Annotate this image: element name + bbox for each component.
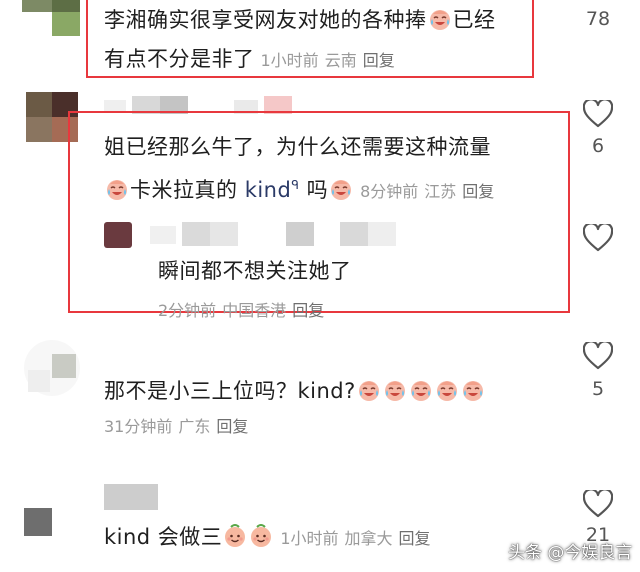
smiling-emoji-icon xyxy=(249,524,273,548)
watermark: 头条 @今娱良言 xyxy=(508,543,633,563)
reply-button[interactable]: 回复 xyxy=(292,301,324,320)
comment-location: 广东 xyxy=(178,417,211,436)
crying-laughing-emoji-icon xyxy=(409,378,433,402)
comment-time: 31分钟前 xyxy=(104,417,173,436)
heart-outline-icon[interactable] xyxy=(583,490,613,518)
crying-laughing-emoji-icon xyxy=(329,177,353,201)
avatar[interactable] xyxy=(104,222,132,248)
comment-time: 8分钟前 xyxy=(360,182,419,201)
comment-time: 1小时前 xyxy=(260,51,319,70)
comment-time: 1小时前 xyxy=(280,529,339,548)
smiling-emoji-icon xyxy=(223,524,247,548)
comment-location: 加拿大 xyxy=(344,529,393,548)
crying-laughing-emoji-icon xyxy=(383,378,407,402)
avatar[interactable] xyxy=(24,340,80,396)
heart-outline-icon[interactable] xyxy=(583,224,613,252)
comment-time: 2分钟前 xyxy=(158,301,217,320)
comment-location: 江苏 xyxy=(424,182,457,201)
search-icon: ᑫ xyxy=(291,178,300,192)
comment-text: kind 会做三 1小时前 加拿大 回复 xyxy=(104,524,431,549)
reply-text: 瞬间都不想关注她了 xyxy=(158,259,352,283)
comment-location: 中国香港 xyxy=(222,301,287,320)
reply-meta: 2分钟前 中国香港 回复 xyxy=(158,300,324,322)
avatar[interactable] xyxy=(24,508,54,538)
like-count: 5 xyxy=(591,378,605,400)
comment-text-line2: 卡米拉真的 kindᑫ 吗 8分钟前 江苏 回复 xyxy=(104,170,494,207)
reply-button[interactable]: 回复 xyxy=(363,51,395,70)
comment-location: 云南 xyxy=(324,51,357,70)
comment-text: 李湘确实很享受网友对她的各种捧 已经 xyxy=(104,7,496,32)
comment-text: 姐已经那么牛了，为什么还需要这种流量 xyxy=(104,135,491,159)
avatar[interactable] xyxy=(22,0,80,36)
heart-outline-icon[interactable] xyxy=(583,342,613,370)
reply-button[interactable]: 回复 xyxy=(462,182,494,201)
comment-meta: 31分钟前 广东 回复 xyxy=(104,416,248,438)
crying-laughing-emoji-icon xyxy=(105,177,129,201)
crying-laughing-emoji-icon xyxy=(428,7,452,31)
username[interactable] xyxy=(150,222,400,246)
comment-text: 那不是小三上位吗？kind? xyxy=(104,376,486,406)
comment-text-line2: 有点不分是非了 1小时前 云南 回复 xyxy=(104,47,395,71)
like-count: 78 xyxy=(585,8,611,30)
crying-laughing-emoji-icon xyxy=(461,378,485,402)
crying-laughing-emoji-icon xyxy=(435,378,459,402)
username[interactable] xyxy=(104,484,158,510)
crying-laughing-emoji-icon xyxy=(357,378,381,402)
reply-button[interactable]: 回复 xyxy=(399,529,431,548)
like-count: 6 xyxy=(591,135,605,157)
search-keyword-link[interactable]: kindᑫ xyxy=(245,178,300,202)
reply-button[interactable]: 回复 xyxy=(216,417,248,436)
heart-outline-icon[interactable] xyxy=(583,100,613,128)
